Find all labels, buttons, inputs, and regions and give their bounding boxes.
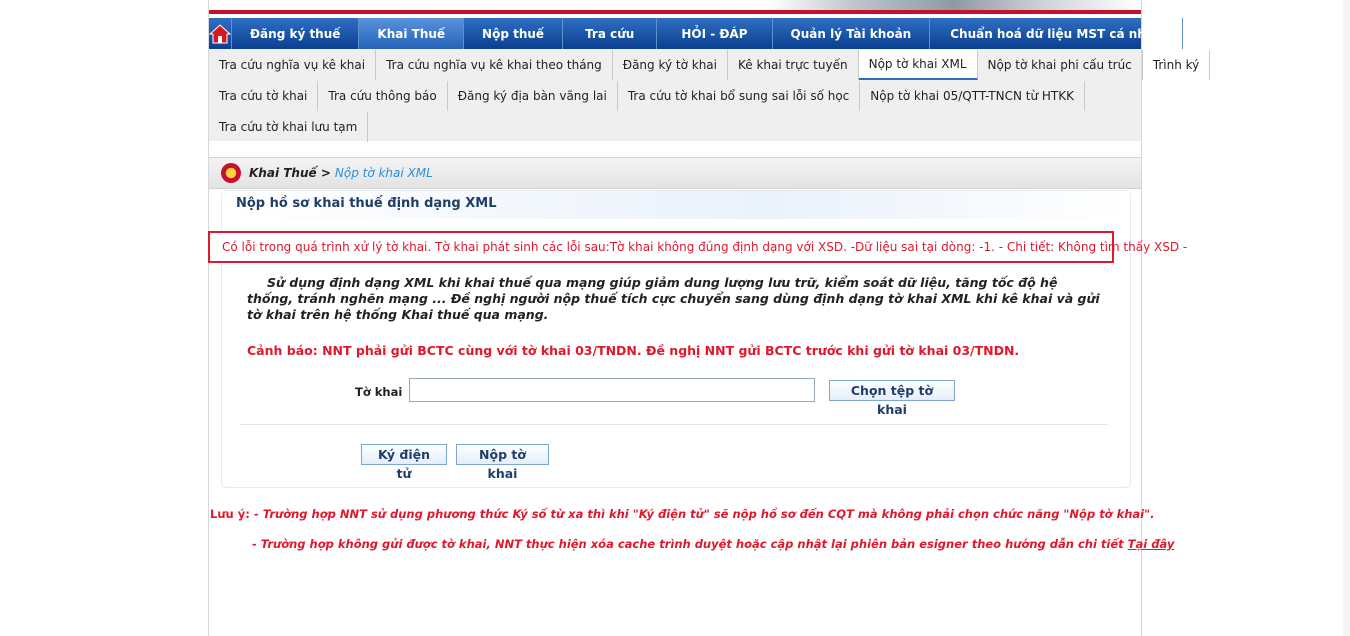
submit-button[interactable]: Nộp tờ khai: [456, 444, 549, 481]
menu-nop-thue[interactable]: Nộp thuế: [464, 18, 564, 49]
note-1: - Trường hợp NNT sử dụng phương thức Ký …: [254, 507, 1155, 521]
sign-button[interactable]: Ký điện tử: [361, 444, 447, 481]
emblem-icon: [221, 163, 241, 183]
submenu-nop-to-khai-phi-cau-truc[interactable]: Nộp tờ khai phi cấu trúc: [978, 49, 1143, 80]
submenu-dang-ky-dia-ban-vang-lai[interactable]: Đăng ký địa bàn vãng lai: [448, 80, 618, 111]
submenu-nop-to-khai-xml[interactable]: Nộp tờ khai XML: [858, 49, 978, 80]
sub-menu: Tra cứu nghĩa vụ kê khai Tra cứu nghĩa v…: [209, 49, 1211, 142]
intro-text: Sử dụng định dạng XML khi khai thuế qua …: [247, 275, 1100, 322]
menu-quan-ly-tai-khoan[interactable]: Quản lý Tài khoản: [773, 18, 931, 49]
submenu-nop-to-khai-05[interactable]: Nộp tờ khai 05/QTT-TNCN từ HTKK: [860, 80, 1085, 111]
submenu-tra-cuu-to-khai[interactable]: Tra cứu tờ khai: [209, 80, 319, 111]
note-2: - Trường hợp không gửi được tờ khai, NNT…: [252, 537, 1175, 551]
warning-text: Cảnh báo: NNT phải gửi BCTC cùng với tờ …: [247, 343, 1020, 358]
submenu-dang-ky-to-khai[interactable]: Đăng ký tờ khai: [613, 49, 728, 80]
sub-menu-row: Tra cứu nghĩa vụ kê khai Tra cứu nghĩa v…: [209, 49, 1211, 80]
submenu-ke-khai-truc-tuyen[interactable]: Kê khai trực tuyến: [728, 49, 859, 80]
file-label: Tờ khai: [355, 385, 403, 399]
error-message: Có lỗi trong quá trình xử lý tờ khai. Tờ…: [208, 231, 1187, 263]
page-title: Nộp hồ sơ khai thuế định dạng XML: [236, 196, 497, 211]
form-divider: [240, 424, 1108, 425]
submenu-tra-cuu-nghia-vu-thang[interactable]: Tra cứu nghĩa vụ kê khai theo tháng: [376, 49, 613, 80]
home-icon: [209, 23, 231, 43]
header-red-line: [209, 10, 1141, 14]
breadcrumb-current: Nộp tờ khai XML: [334, 166, 433, 180]
note-link-tai-day[interactable]: Tại đây: [1128, 537, 1175, 551]
sub-menu-row: Tra cứu tờ khai lưu tạm: [209, 111, 1141, 142]
menu-tra-cuu[interactable]: Tra cứu: [563, 18, 658, 49]
title-bar: Nộp hồ sơ khai thuế định dạng XML: [222, 191, 1130, 219]
submenu-tra-cuu-thong-bao[interactable]: Tra cứu thông báo: [318, 80, 448, 111]
file-path-input[interactable]: [409, 378, 815, 402]
menu-dang-ky-thue[interactable]: Đăng ký thuế: [232, 18, 360, 49]
menu-hoi-dap[interactable]: HỎI - ĐÁP: [657, 18, 773, 49]
header-banner: [209, 0, 1141, 10]
breadcrumb-parent[interactable]: Khai Thuế >: [249, 166, 331, 180]
scrollbar[interactable]: [1343, 0, 1350, 636]
breadcrumb: Khai Thuế > Nộp tờ khai XML: [209, 157, 1141, 189]
menu-home-button[interactable]: [209, 18, 232, 49]
main-menu: Đăng ký thuế Khai Thuế Nộp thuế Tra cứu …: [209, 18, 1184, 49]
submenu-tra-cuu-to-khai-luu-tam[interactable]: Tra cứu tờ khai lưu tạm: [209, 111, 369, 142]
submenu-trinh-ky[interactable]: Trình ký: [1143, 49, 1211, 80]
notes-label: Lưu ý:: [210, 507, 250, 521]
submenu-tra-cuu-nghia-vu[interactable]: Tra cứu nghĩa vụ kê khai: [209, 49, 377, 80]
sub-menu-row: Tra cứu tờ khai Tra cứu thông báo Đăng k…: [209, 80, 1141, 111]
choose-file-button[interactable]: Chọn tệp tờ khai: [829, 380, 955, 417]
menu-khai-thue[interactable]: Khai Thuế: [359, 18, 465, 49]
menu-chuan-hoa-mst[interactable]: Chuẩn hoá dữ liệu MST cá nhân: [930, 18, 1184, 49]
submenu-tra-cuu-to-khai-bo-sung[interactable]: Tra cứu tờ khai bổ sung sai lỗi số học: [618, 80, 861, 111]
